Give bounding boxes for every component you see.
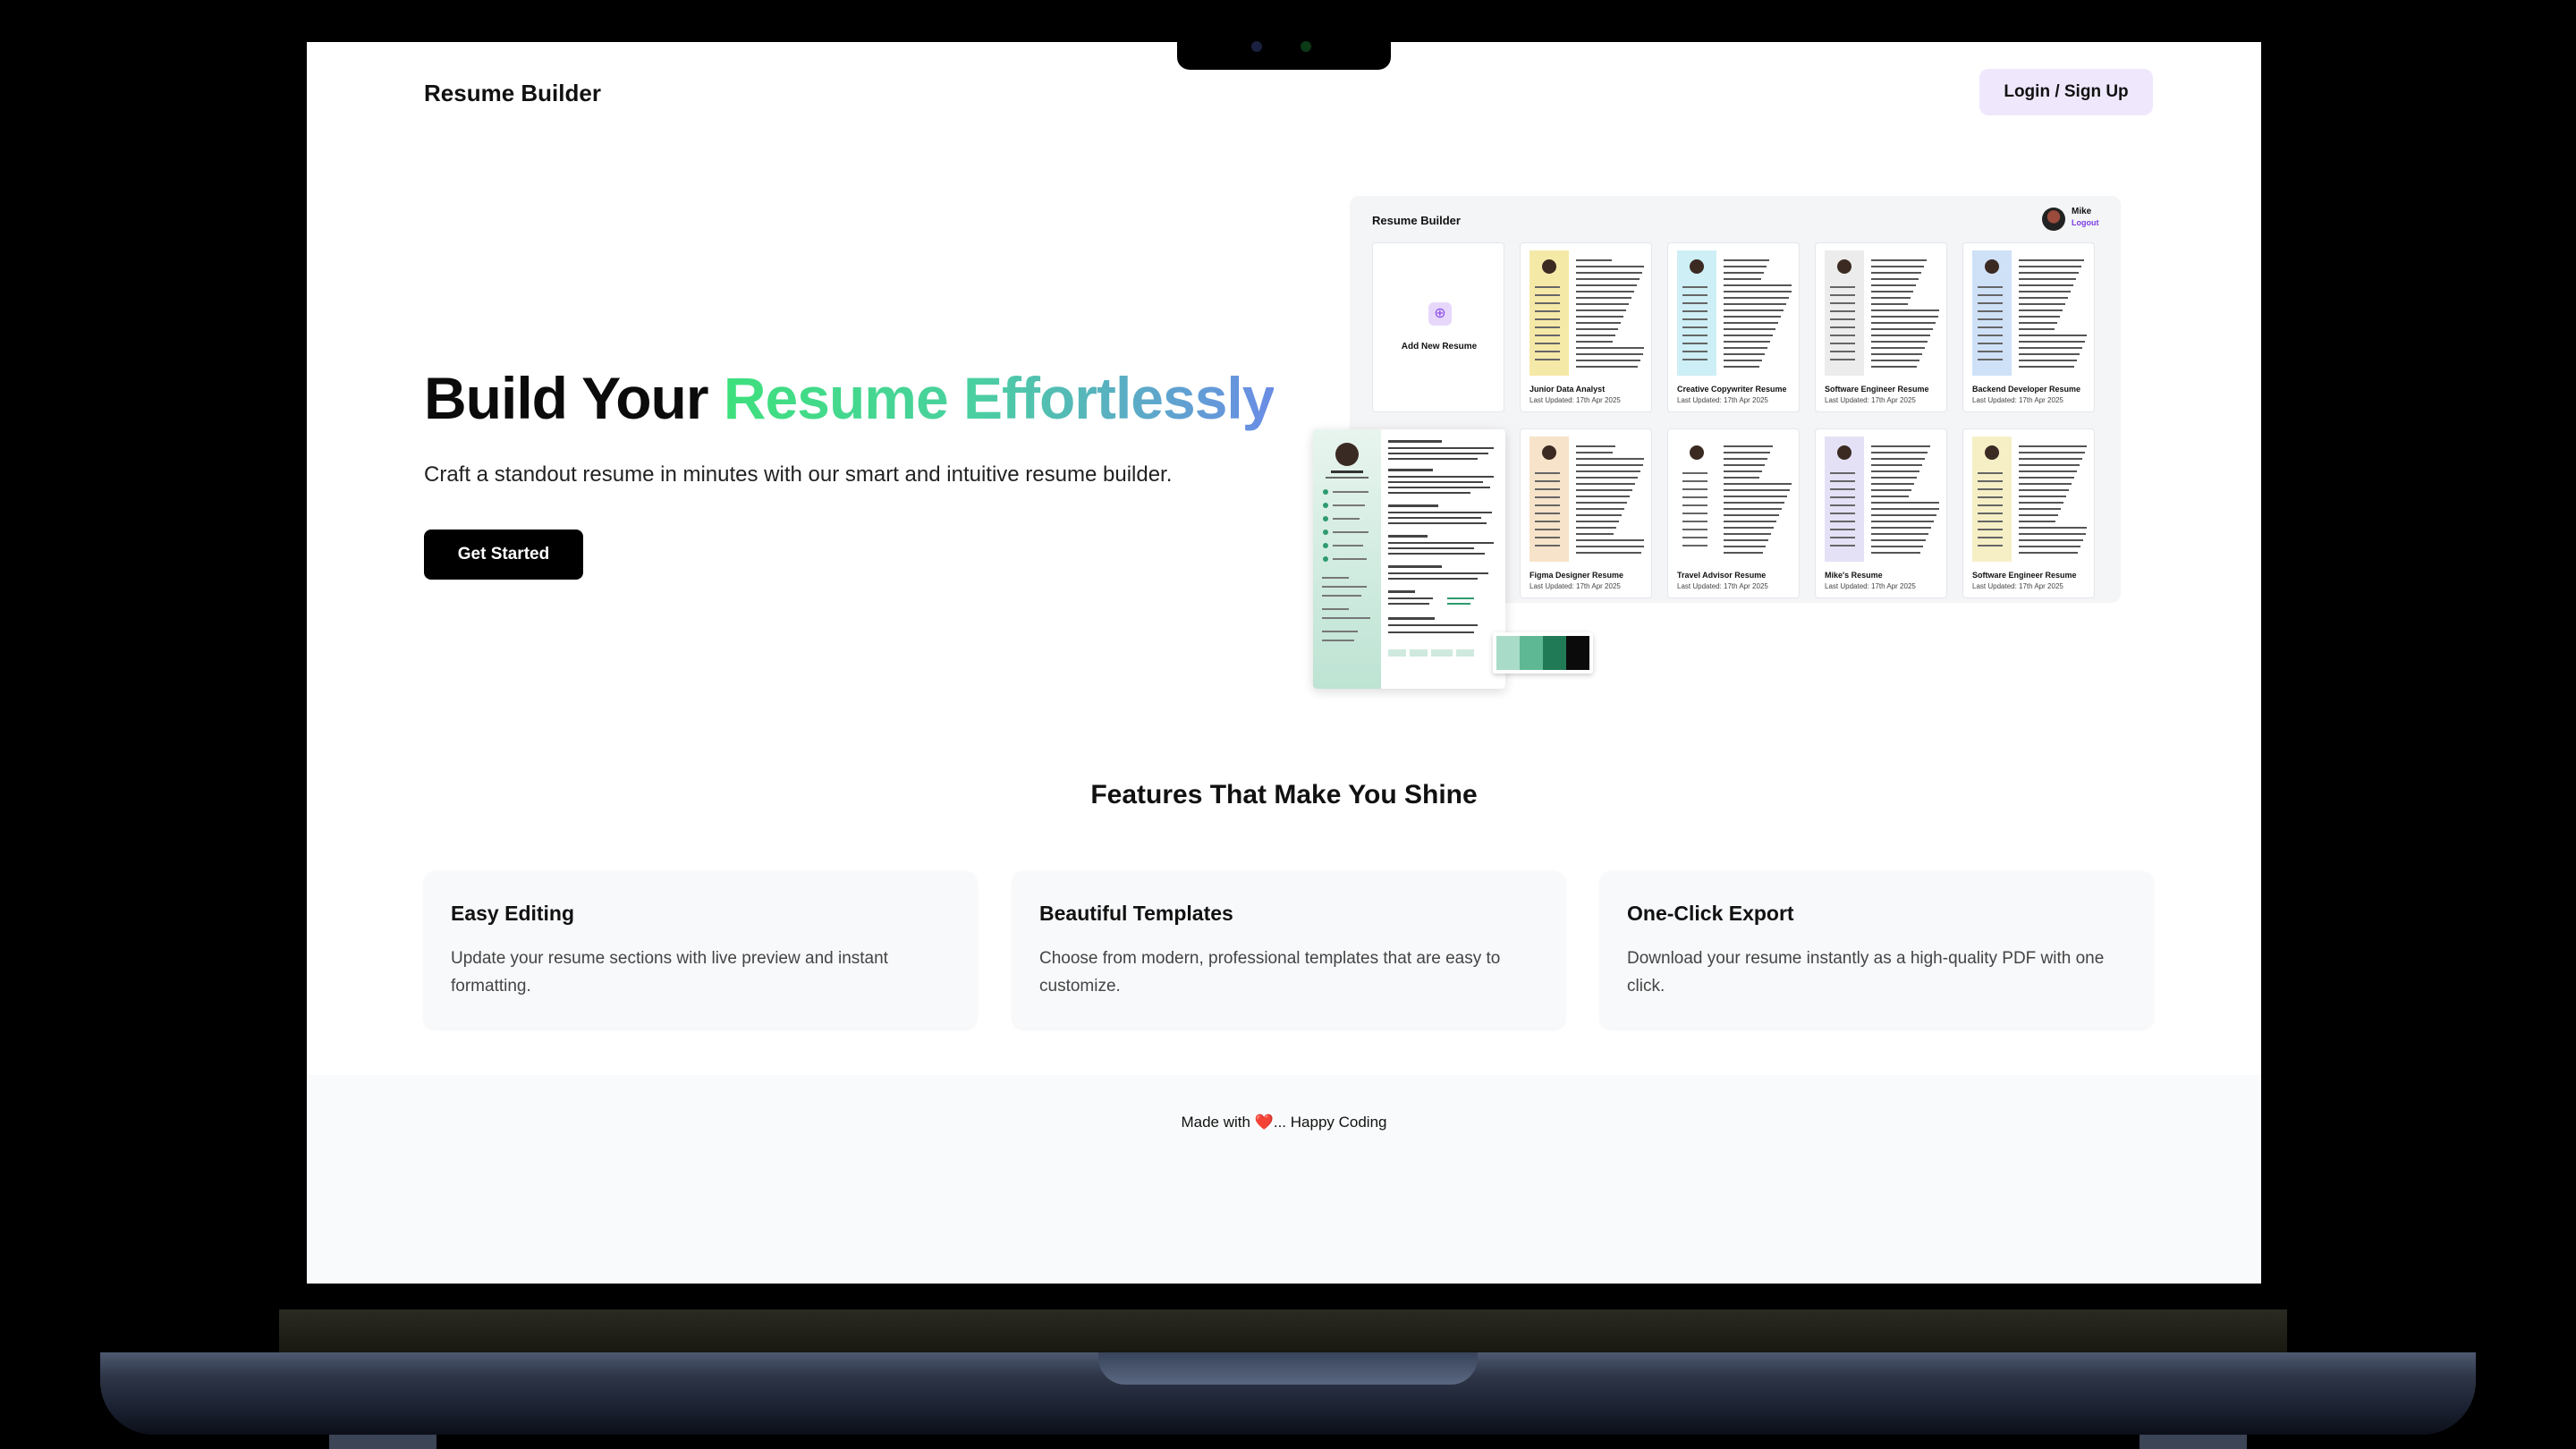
feature-card-beautiful-templates: Beautiful Templates Choose from modern, … — [1013, 871, 1565, 1029]
preview-add-label: Add New Resume — [1401, 342, 1478, 352]
resume-thumbnail — [1677, 250, 1792, 376]
laptop-foot-right — [2140, 1435, 2247, 1449]
preview-username: Mike — [2072, 207, 2092, 216]
color-swatch-picker — [1493, 632, 1593, 674]
hero-title-gradient: Resume Effortlessly — [723, 365, 1275, 431]
resume-thumbnail — [1530, 436, 1644, 562]
laptop-foot-left — [329, 1435, 436, 1449]
color-swatch — [1566, 636, 1589, 670]
hero-title-plain: Build Your — [424, 365, 724, 431]
preview-card-date: Last Updated: 17th Apr 2025 — [1677, 396, 1768, 404]
feature-card-one-click-export: One-Click Export Download your resume in… — [1600, 871, 2153, 1029]
laptop-opening-lip — [1098, 1352, 1478, 1385]
footer-suffix: ... Happy Coding — [1273, 1114, 1387, 1131]
preview-resume-card: Software Engineer Resume Last Updated: 17… — [1815, 242, 1947, 412]
laptop-hinge — [279, 1309, 2287, 1356]
feature-description: Download your resume instantly as a high… — [1627, 949, 2105, 996]
preview-resume-card: Figma Designer Resume Last Updated: 17th … — [1520, 428, 1652, 598]
features-heading: Features That Make You Shine — [1090, 780, 1478, 809]
resume-thumbnail — [1972, 436, 2087, 562]
preview-add-resume-card: ⊕ Add New Resume — [1372, 242, 1504, 412]
preview-card-name: Backend Developer Resume — [1972, 385, 2081, 394]
color-swatch — [1543, 636, 1566, 670]
resume-thumbnail — [1677, 436, 1792, 562]
footer-prefix: Made with — [1181, 1114, 1255, 1131]
get-started-button[interactable]: Get Started — [424, 530, 583, 580]
color-swatch — [1496, 636, 1520, 670]
color-swatch — [1520, 636, 1543, 670]
feature-card-easy-editing: Easy Editing Update your resume sections… — [424, 871, 977, 1029]
heart-icon: ❤️ — [1254, 1114, 1274, 1131]
feature-title: Beautiful Templates — [1039, 902, 1233, 925]
resume-thumbnail — [1972, 250, 2087, 376]
preview-resume-card: Backend Developer Resume Last Updated: 17… — [1962, 242, 2095, 412]
preview-card-date: Last Updated: 17th Apr 2025 — [1530, 582, 1621, 590]
page-footer: Made with ❤️... Happy Coding — [307, 1075, 2261, 1284]
camera-notch — [1177, 34, 1391, 70]
resume-thumbnail — [1825, 250, 1939, 376]
preview-resume-card: Mike's Resume Last Updated: 17th Apr 2025 — [1815, 428, 1947, 598]
camera-lens-icon — [1251, 41, 1262, 52]
preview-card-name: Software Engineer Resume — [1825, 385, 1929, 394]
preview-card-date: Last Updated: 17th Apr 2025 — [1972, 396, 2063, 404]
feature-description: Update your resume sections with live pr… — [451, 949, 888, 996]
preview-avatar — [2042, 208, 2065, 231]
camera-indicator-icon — [1301, 41, 1311, 52]
preview-card-name: Software Engineer Resume — [1972, 571, 2077, 580]
preview-card-name: Travel Advisor Resume — [1677, 571, 1767, 580]
resume-thumbnail — [1825, 436, 1939, 562]
preview-resume-card: Travel Advisor Resume Last Updated: 17th … — [1667, 428, 1800, 598]
preview-logout: Logout — [2072, 218, 2099, 227]
feature-title: One-Click Export — [1627, 902, 1794, 925]
preview-card-date: Last Updated: 17th Apr 2025 — [1825, 582, 1916, 590]
preview-resume-card: Software Engineer Resume Last Updated: 17… — [1962, 428, 2095, 598]
footer-text: Made with ❤️... Happy Coding — [307, 1114, 2261, 1131]
login-signup-button[interactable]: Login / Sign Up — [1979, 69, 2153, 115]
browser-screen: Resume Builder Login / Sign Up Build You… — [307, 42, 2261, 1284]
preview-card-date: Last Updated: 17th Apr 2025 — [1677, 582, 1768, 590]
preview-card-date: Last Updated: 17th Apr 2025 — [1972, 582, 2063, 590]
hero-subtitle: Craft a standout resume in minutes with … — [424, 462, 1173, 487]
brand-logo[interactable]: Resume Builder — [424, 80, 601, 107]
preview-resume-card: Creative Copywriter Resume Last Updated: … — [1667, 242, 1800, 412]
preview-resume-content — [1322, 440, 1494, 657]
preview-resume-card: Junior Data Analyst Last Updated: 17th Ap… — [1520, 242, 1652, 412]
preview-card-date: Last Updated: 17th Apr 2025 — [1530, 396, 1621, 404]
preview-card-name: Junior Data Analyst — [1530, 385, 1606, 394]
resume-thumbnail — [1530, 250, 1644, 376]
preview-card-name: Mike's Resume — [1825, 571, 1883, 580]
preview-card-name: Figma Designer Resume — [1530, 571, 1624, 580]
plus-icon: ⊕ — [1428, 302, 1452, 326]
feature-title: Easy Editing — [451, 902, 575, 925]
preview-resume-document — [1313, 429, 1505, 689]
feature-description: Choose from modern, professional templat… — [1039, 949, 1501, 996]
preview-card-date: Last Updated: 17th Apr 2025 — [1825, 396, 1916, 404]
preview-brand: Resume Builder — [1372, 214, 1461, 227]
hero-title: Build Your Resume Effortlessly — [424, 364, 1275, 432]
preview-card-name: Creative Copywriter Resume — [1677, 385, 1787, 394]
